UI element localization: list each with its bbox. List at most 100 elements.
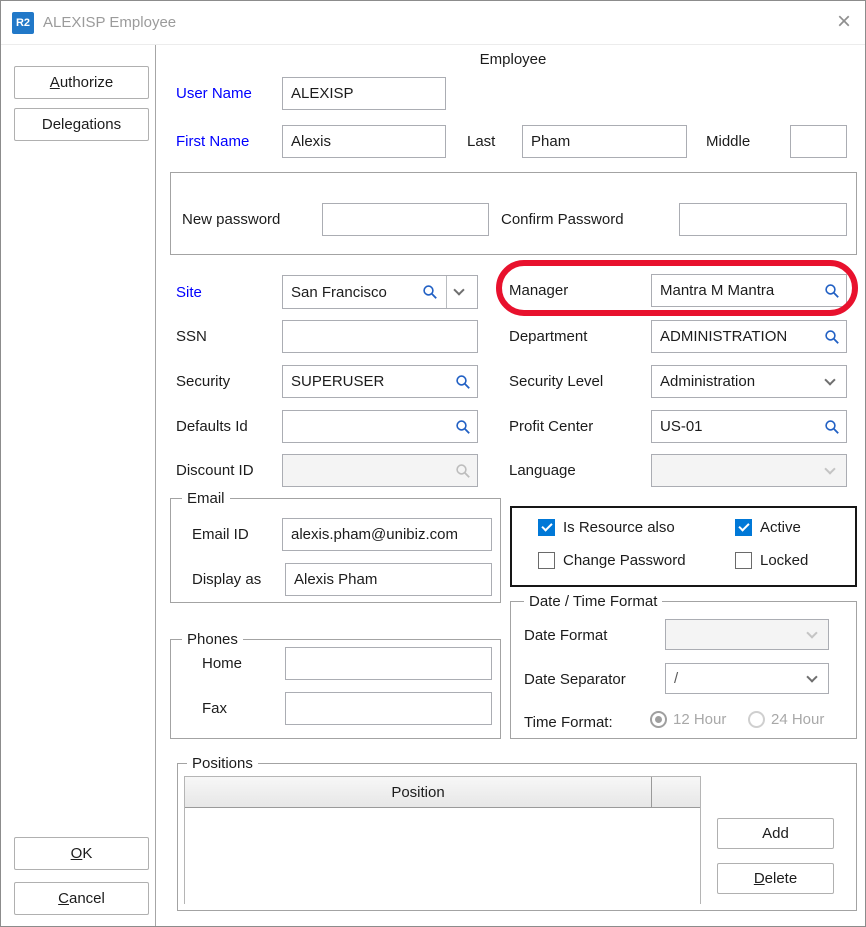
add-label: Add <box>762 825 789 842</box>
last-name-input[interactable] <box>529 133 680 150</box>
site-dropdown-button[interactable] <box>451 276 471 308</box>
email-group-title: Email <box>182 490 230 507</box>
profit-center-input[interactable] <box>658 418 820 435</box>
new-password-input[interactable] <box>329 211 482 228</box>
add-button[interactable]: Add <box>717 818 834 849</box>
date-separator-dropdown[interactable]: / <box>665 663 829 694</box>
user-name-input[interactable] <box>289 85 439 102</box>
ok-label-post: K <box>82 845 92 862</box>
home-phone-input[interactable] <box>292 655 485 672</box>
security-field <box>282 365 478 398</box>
positions-table-body[interactable] <box>185 808 700 904</box>
active-checkbox[interactable] <box>735 519 752 536</box>
discount-id-field <box>282 454 478 487</box>
locked-checkrow[interactable]: Locked <box>735 552 808 569</box>
ok-button[interactable]: OK <box>14 837 149 870</box>
confirm-password-input[interactable] <box>686 211 840 228</box>
manager-label: Manager <box>509 282 568 299</box>
ssn-label: SSN <box>176 328 207 345</box>
window-title: ALEXISP Employee <box>43 14 176 31</box>
change-password-checkbox[interactable] <box>538 552 555 569</box>
first-name-field <box>282 125 446 158</box>
ssn-input[interactable] <box>289 328 471 345</box>
close-icon[interactable]: × <box>837 8 851 36</box>
user-name-field <box>282 77 446 110</box>
sidebar <box>1 45 156 927</box>
date-separator-value: / <box>672 670 802 687</box>
discount-id-label: Discount ID <box>176 462 254 479</box>
middle-name-input[interactable] <box>797 133 840 150</box>
site-input[interactable] <box>289 284 418 301</box>
is-resource-checkrow[interactable]: Is Resource also <box>538 519 675 536</box>
site-label: Site <box>176 284 202 301</box>
site-field <box>282 275 478 309</box>
position-column-header: Position <box>185 777 652 807</box>
defaults-id-lookup-icon[interactable] <box>455 419 471 435</box>
fax-input[interactable] <box>292 700 485 717</box>
fax-label: Fax <box>202 700 227 717</box>
authorize-button[interactable]: Authorize <box>14 66 149 99</box>
ok-label-key: O <box>71 845 83 862</box>
display-as-input[interactable] <box>292 571 485 588</box>
language-label: Language <box>509 462 576 479</box>
form-heading: Employee <box>169 51 857 68</box>
display-as-label: Display as <box>192 571 261 588</box>
positions-table-header: Position <box>185 777 700 808</box>
delete-label-post: elete <box>765 870 798 887</box>
profit-center-label: Profit Center <box>509 418 593 435</box>
title-bar: R2 ALEXISP Employee × <box>1 1 865 45</box>
manager-lookup-icon[interactable] <box>824 283 840 299</box>
12-hour-label: 12 Hour <box>673 711 726 728</box>
active-checkrow[interactable]: Active <box>735 519 801 536</box>
cancel-label-post: ancel <box>69 890 105 907</box>
email-id-input[interactable] <box>289 526 485 543</box>
position-extra-column-header <box>652 777 700 807</box>
discount-id-input <box>289 462 451 479</box>
positions-table: Position <box>184 776 701 904</box>
display-as-field <box>285 563 492 596</box>
department-input[interactable] <box>658 328 820 345</box>
cancel-button[interactable]: Cancel <box>14 882 149 915</box>
locked-checkbox[interactable] <box>735 552 752 569</box>
date-format-dropdown <box>665 619 829 650</box>
new-password-field <box>322 203 489 236</box>
app-logo-icon: R2 <box>12 12 34 34</box>
security-input[interactable] <box>289 373 451 390</box>
email-id-field <box>282 518 492 551</box>
last-name-label: Last <box>467 133 495 150</box>
chevron-down-icon <box>824 374 835 385</box>
profit-center-field <box>651 410 847 443</box>
delete-button[interactable]: Delete <box>717 863 834 894</box>
24-hour-radio <box>748 711 765 728</box>
manager-input[interactable] <box>658 282 820 299</box>
first-name-label: First Name <box>176 133 249 150</box>
security-label: Security <box>176 373 230 390</box>
department-lookup-icon[interactable] <box>824 329 840 345</box>
date-separator-label: Date Separator <box>524 671 626 688</box>
chevron-down-icon <box>824 463 835 474</box>
profit-center-lookup-icon[interactable] <box>824 419 840 435</box>
is-resource-checkbox[interactable] <box>538 519 555 536</box>
is-resource-label: Is Resource also <box>563 519 675 536</box>
site-combo-divider <box>446 276 447 308</box>
defaults-id-field <box>282 410 478 443</box>
home-phone-label: Home <box>202 655 242 672</box>
security-level-label: Security Level <box>509 373 603 390</box>
employee-dialog: R2 ALEXISP Employee × Authorize Delegati… <box>0 0 866 927</box>
active-label: Active <box>760 519 801 536</box>
locked-label: Locked <box>760 552 808 569</box>
security-lookup-icon[interactable] <box>455 374 471 390</box>
defaults-id-input[interactable] <box>289 418 451 435</box>
security-level-dropdown[interactable]: Administration <box>651 365 847 398</box>
datetime-group-title: Date / Time Format <box>524 593 662 610</box>
authorize-label-key: A <box>50 74 60 91</box>
delegations-button[interactable]: Delegations <box>14 108 149 141</box>
email-id-label: Email ID <box>192 526 249 543</box>
chevron-down-icon <box>806 627 817 638</box>
site-lookup-icon[interactable] <box>422 284 438 300</box>
new-password-label: New password <box>182 211 280 228</box>
phones-group-title: Phones <box>182 631 243 648</box>
first-name-input[interactable] <box>289 133 439 150</box>
chevron-down-icon <box>453 284 464 295</box>
change-password-checkrow[interactable]: Change Password <box>538 552 686 569</box>
